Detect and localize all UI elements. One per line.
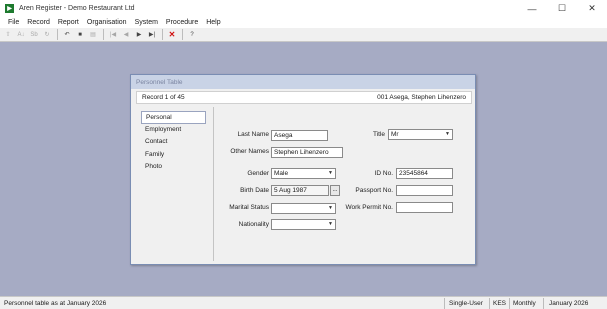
menu-procedure[interactable]: Procedure (162, 19, 202, 26)
work-permit-field[interactable] (396, 202, 453, 213)
title-value: Mr (391, 131, 399, 138)
gender-label: Gender (247, 170, 269, 177)
window-title: Aren Register - Demo Restaurant Ltd (19, 5, 135, 12)
toolbar-separator (182, 29, 183, 40)
chevron-down-icon: ▼ (328, 170, 333, 176)
last-name-field[interactable]: Asega (271, 130, 328, 141)
nav-item-contact[interactable]: Contact (141, 136, 206, 149)
marital-status-select[interactable]: ▼ (271, 203, 336, 214)
toolbar-separator (57, 29, 58, 40)
status-period: January 2026 (549, 299, 589, 307)
menu-system[interactable]: System (131, 19, 162, 26)
toolbar-separator (103, 29, 104, 40)
maximize-button[interactable]: ☐ (547, 0, 577, 17)
nationality-select[interactable]: ▼ (271, 219, 336, 230)
first-record-icon: |◀ (109, 32, 117, 38)
title-bar: ▶ Aren Register - Demo Restaurant Ltd — … (0, 0, 607, 17)
nav-item-photo[interactable]: Photo (141, 161, 206, 174)
status-currency: KES (490, 297, 510, 309)
gender-select[interactable]: Male ▼ (271, 168, 336, 179)
window-controls: — ☐ ✕ (517, 0, 607, 17)
status-message: Personnel table as at January 2026 (0, 297, 445, 309)
marital-status-label: Marital Status (229, 204, 269, 211)
nav-item-personal[interactable]: Personal (141, 111, 206, 124)
chevron-down-icon: ▼ (328, 221, 333, 227)
undo-icon[interactable]: ↶ (61, 29, 73, 41)
menu-record[interactable]: Record (23, 19, 54, 26)
gender-value: Male (274, 170, 289, 177)
dialog-title: Personnel Table (131, 75, 475, 89)
last-name-label: Last Name (237, 131, 269, 138)
sort-ascending-icon: A↓ (17, 31, 25, 38)
status-mode: Single-User (445, 297, 490, 309)
print-icon: ▤ (90, 32, 96, 38)
passport-field[interactable] (396, 185, 453, 196)
status-bar: Personnel table as at January 2026 Singl… (0, 296, 607, 309)
menu-file[interactable]: File (4, 19, 23, 26)
menu-report[interactable]: Report (54, 19, 83, 26)
divider (213, 107, 214, 261)
status-frequency: Monthly (510, 297, 544, 309)
toolbar: ⇧ A↓ Sb ↻ ↶ ■ ▤ |◀ ◀ ▶ ▶| ✕? (0, 28, 607, 42)
menu-organisation[interactable]: Organisation (83, 19, 131, 26)
personnel-dialog: Personnel Table Record 1 of 45 001 Asega… (130, 74, 476, 265)
title-label: Title (372, 131, 385, 138)
other-names-label: Other Names (230, 148, 269, 155)
birth-date-label: Birth Date (240, 187, 269, 194)
up-icon: ⇧ (5, 32, 11, 38)
sort-descending-icon: Sb (30, 31, 38, 38)
record-name: 001 Asega, Stephen Lihenzero (377, 94, 466, 101)
close-button[interactable]: ✕ (577, 0, 607, 17)
work-permit-label: Work Permit No. (345, 204, 393, 211)
nav-item-family[interactable]: Family (141, 149, 206, 162)
app-logo-icon: ▶ (5, 4, 14, 13)
nav-item-employment[interactable]: Employment (141, 124, 206, 137)
help-icon[interactable]: ? (186, 29, 198, 41)
nationality-label: Nationality (238, 221, 269, 228)
title-select[interactable]: Mr ▼ (388, 129, 453, 140)
save-icon[interactable]: ■ (74, 29, 86, 41)
section-nav: Personal Employment Contact Family Photo (141, 111, 206, 174)
menu-bar: File Record Report Organisation System P… (0, 17, 607, 28)
other-names-field[interactable]: Stephen Lihenzero (271, 147, 343, 158)
record-position: Record 1 of 45 (142, 94, 185, 101)
id-no-label: ID No. (374, 170, 393, 177)
minimize-button[interactable]: — (517, 0, 547, 17)
menu-help[interactable]: Help (202, 19, 224, 26)
id-no-field[interactable]: 23545864 (396, 168, 453, 179)
record-bar: Record 1 of 45 001 Asega, Stephen Lihenz… (136, 91, 472, 104)
delete-icon[interactable]: ✕ (166, 29, 178, 41)
chevron-down-icon: ▼ (445, 131, 450, 137)
previous-record-icon: ◀ (123, 32, 129, 38)
last-record-icon[interactable]: ▶| (146, 29, 158, 41)
toolbar-separator (162, 29, 163, 40)
passport-label: Passport No. (355, 187, 393, 194)
birth-date-field[interactable]: 5 Aug 1987 (271, 185, 329, 196)
next-record-icon[interactable]: ▶ (133, 29, 145, 41)
refresh-icon: ↻ (44, 32, 50, 38)
